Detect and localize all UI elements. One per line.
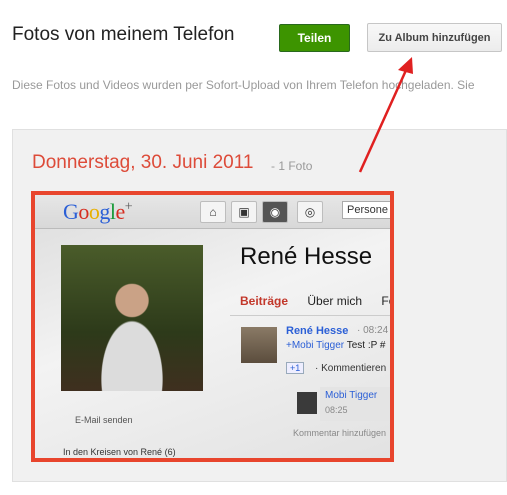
circles-info: In den Kreisen von René (6) <box>63 447 176 457</box>
profile-icon: ◉ <box>262 201 288 223</box>
count-separator: - <box>271 159 275 173</box>
photo-content: Google+ ⌂ ▣ ◉ ◎ Persone René Hesse Beitr… <box>35 195 390 458</box>
tab-photos: Fo <box>381 294 390 308</box>
upload-description: Diese Fotos und Videos wurden per Sofort… <box>12 78 475 92</box>
profile-picture <box>61 245 203 391</box>
plus-one-badge: +1 <box>286 362 305 374</box>
profile-name: René Hesse <box>240 243 373 270</box>
tab-posts: Beiträge <box>240 294 289 308</box>
home-icon: ⌂ <box>200 201 226 223</box>
photos-icon: ▣ <box>231 201 257 223</box>
post-author: René Hesse <box>286 325 349 337</box>
comment-time: 08:25 <box>325 405 348 415</box>
tab-about: Über mich <box>307 294 363 308</box>
post-avatar <box>241 327 277 363</box>
date-heading: Donnerstag, 30. Juni 2011 <box>32 152 254 173</box>
post-time: · 08:24 <box>357 325 389 336</box>
google-plus-logo: Google+ <box>63 199 133 224</box>
page-title: Fotos von meinem Telefon <box>12 24 235 45</box>
comment-avatar <box>297 392 317 414</box>
tab-divider <box>230 315 390 316</box>
post-body: Test :P # <box>346 340 386 351</box>
add-comment-link: Kommentar hinzufügen <box>293 428 387 438</box>
arrow-head <box>398 57 413 74</box>
share-button[interactable]: Teilen <box>279 24 350 52</box>
comment-action: · Kommentieren <box>315 363 387 374</box>
post-text: +Mobi Tigger Test :P # <box>286 340 385 351</box>
add-to-album-button[interactable]: Zu Album hinzufügen <box>367 23 502 52</box>
post-mention: +Mobi Tigger <box>286 340 345 351</box>
profile-tabs: Beiträge Über mich Fo <box>240 294 390 308</box>
email-link: E-Mail senden <box>75 415 133 425</box>
photo-count: - 1 Foto <box>271 159 312 173</box>
people-search: Persone <box>342 201 390 219</box>
photo-thumbnail[interactable]: Google+ ⌂ ▣ ◉ ◎ Persone René Hesse Beitr… <box>31 191 394 462</box>
circles-icon: ◎ <box>297 201 323 223</box>
count-label: 1 Foto <box>278 159 313 173</box>
comment-author: Mobi Tigger <box>325 390 378 401</box>
